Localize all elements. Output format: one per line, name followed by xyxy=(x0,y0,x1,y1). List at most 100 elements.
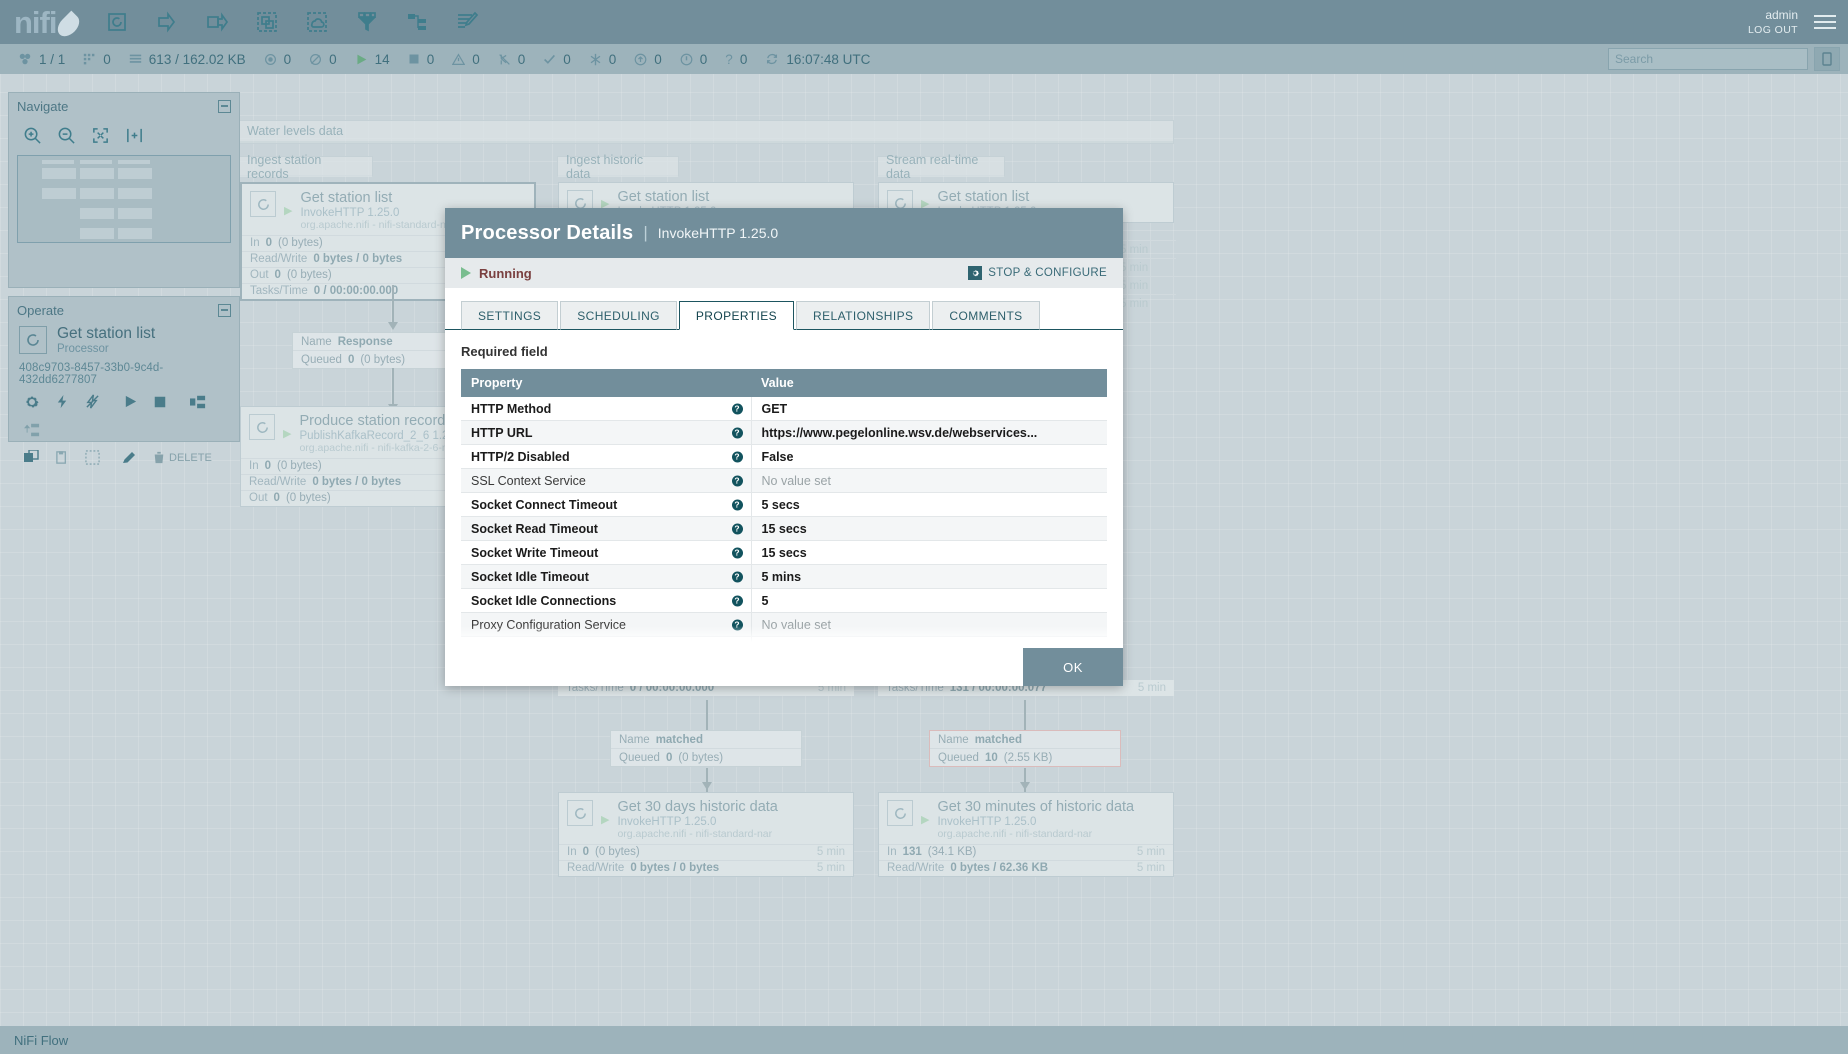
refresh-icon[interactable] xyxy=(765,52,779,66)
status-last-refresh: 16:07:48 UTC xyxy=(765,52,870,67)
help-icon[interactable]: ? xyxy=(731,523,743,534)
property-row[interactable]: HTTP/2 Disabled? False xyxy=(461,444,1108,469)
property-value-cell[interactable]: GET xyxy=(751,397,1037,421)
template-icon[interactable] xyxy=(403,8,431,36)
help-icon[interactable]: ? xyxy=(731,427,743,438)
property-value-cell[interactable]: 15 secs xyxy=(751,540,1037,565)
stop-button[interactable] xyxy=(147,390,173,414)
upload-template-button[interactable] xyxy=(19,418,45,442)
copy-button[interactable] xyxy=(19,446,45,470)
disable-button[interactable] xyxy=(79,390,105,414)
property-value-cell[interactable]: No value set xyxy=(751,612,1037,637)
property-row[interactable]: SSL Context Service? No value set xyxy=(461,468,1108,493)
logo-text: nifi xyxy=(14,4,57,40)
navigate-collapse-button[interactable] xyxy=(218,99,231,113)
logout-link[interactable]: LOG OUT xyxy=(1748,23,1798,37)
help-icon[interactable]: ? xyxy=(731,547,743,558)
disabled-icon xyxy=(498,53,511,66)
delete-button[interactable]: DELETE xyxy=(147,446,218,470)
help-icon[interactable]: ? xyxy=(731,499,743,510)
property-row[interactable]: HTTP URL? https://www.pegelonline.wsv.de/… xyxy=(461,420,1108,445)
process-group-icon[interactable] xyxy=(103,8,131,36)
status-value: 0 xyxy=(283,51,292,67)
toolbar-right: admin LOG OUT xyxy=(1748,7,1848,37)
operate-panel: Operate Get station list Processor 408c9… xyxy=(8,296,240,466)
property-row[interactable]: Socket Connect Timeout? 5 secs xyxy=(461,492,1108,517)
status-value: 0 xyxy=(608,51,617,67)
start-button[interactable] xyxy=(117,390,143,414)
property-name-cell: Socket Idle Connections? xyxy=(461,588,752,613)
search-toggle-button[interactable] xyxy=(1814,47,1840,71)
property-row[interactable]: Socket Write Timeout? 15 secs xyxy=(461,540,1108,565)
help-icon[interactable]: ? xyxy=(731,403,743,414)
status-running: 14 xyxy=(355,52,390,67)
property-extra-cell xyxy=(1037,444,1108,469)
status-value: 0 xyxy=(563,51,571,67)
property-value-cell[interactable]: 15 secs xyxy=(751,516,1037,541)
enable-button[interactable] xyxy=(49,390,75,414)
label-icon[interactable] xyxy=(453,8,481,36)
top-toolbar: nifi admin LOG OUT xyxy=(0,0,1848,44)
property-row[interactable]: HTTP Method? GET xyxy=(461,397,1108,421)
property-value-cell[interactable]: No value set xyxy=(751,468,1037,493)
group-icon[interactable] xyxy=(253,8,281,36)
search-input[interactable] xyxy=(1608,48,1808,70)
help-icon[interactable]: ? xyxy=(731,451,743,462)
status-disabled: 0 xyxy=(498,52,525,67)
property-value-cell[interactable]: False xyxy=(751,444,1037,469)
template-button[interactable] xyxy=(185,390,211,414)
locally-modified-icon xyxy=(589,53,602,66)
status-not-transmitting: 0 xyxy=(309,52,337,67)
property-row[interactable]: Proxy Configuration Service? No value set xyxy=(461,612,1108,637)
property-value-cell[interactable]: 5 mins xyxy=(751,564,1037,589)
property-value-cell[interactable]: 5 secs xyxy=(751,492,1037,517)
zoom-fit-icon[interactable] xyxy=(87,123,113,147)
property-name-cell: HTTP/2 Disabled? xyxy=(461,444,752,469)
zoom-in-icon[interactable] xyxy=(19,123,45,147)
logo-droplet-icon xyxy=(53,10,83,40)
status-locally-modified: 0 xyxy=(589,51,617,67)
property-value-cell[interactable]: 5 xyxy=(751,588,1037,613)
zoom-actual-icon[interactable] xyxy=(121,123,147,147)
property-row[interactable]: Socket Read Timeout? 15 secs xyxy=(461,516,1108,541)
tab-scheduling[interactable]: SCHEDULING xyxy=(560,301,677,330)
paste-button[interactable] xyxy=(49,446,75,470)
property-row[interactable]: Socket Idle Timeout? 5 mins xyxy=(461,564,1108,589)
dialog-footer: OK xyxy=(445,648,1123,686)
property-row[interactable]: Socket Idle Connections? 5 xyxy=(461,588,1108,613)
remote-process-group-icon[interactable] xyxy=(303,8,331,36)
navigate-minimap[interactable] xyxy=(17,155,231,243)
output-port-icon[interactable] xyxy=(203,8,231,36)
property-value-cell[interactable]: No value set xyxy=(751,636,1037,648)
flow-breadcrumb[interactable]: NiFi Flow xyxy=(14,1033,68,1048)
property-name-cell: Proxy Configuration Service? xyxy=(461,612,752,637)
global-menu-icon[interactable] xyxy=(1814,14,1836,29)
funnel-icon[interactable] xyxy=(353,8,381,36)
input-port-icon[interactable] xyxy=(153,8,181,36)
queue-icon xyxy=(129,53,142,66)
status-stale: 0 xyxy=(634,52,662,67)
help-icon[interactable]: ? xyxy=(731,475,743,486)
help-icon[interactable]: ? xyxy=(731,595,743,606)
tab-relationships[interactable]: RELATIONSHIPS xyxy=(796,301,931,330)
status-sync-failure: 0 xyxy=(680,52,707,67)
zoom-out-icon[interactable] xyxy=(53,123,79,147)
help-icon[interactable]: ? xyxy=(731,571,743,582)
processor-details-dialog: Processor Details | InvokeHTTP 1.25.0 Ru… xyxy=(445,208,1123,686)
tab-properties[interactable]: PROPERTIES xyxy=(678,301,795,330)
operate-collapse-button[interactable] xyxy=(218,303,231,317)
color-button[interactable] xyxy=(117,446,143,470)
property-value-cell[interactable]: https://www.pegelonline.wsv.de/webservic… xyxy=(751,420,1037,445)
property-row[interactable]: Proxy Host?No value set xyxy=(461,636,1108,648)
ok-button[interactable]: OK xyxy=(1023,648,1123,686)
group-button[interactable] xyxy=(79,446,105,470)
configure-button[interactable] xyxy=(19,390,45,414)
stop-and-configure-button[interactable]: STOP & CONFIGURE xyxy=(968,266,1107,280)
running-icon xyxy=(461,267,471,279)
tab-settings[interactable]: SETTINGS xyxy=(461,301,559,330)
help-icon[interactable]: ? xyxy=(731,643,743,648)
status-invalid: 0 xyxy=(452,52,480,67)
tab-comments[interactable]: COMMENTS xyxy=(932,301,1040,330)
help-icon[interactable]: ? xyxy=(731,619,743,630)
status-unknown: ? 0 xyxy=(725,52,747,67)
